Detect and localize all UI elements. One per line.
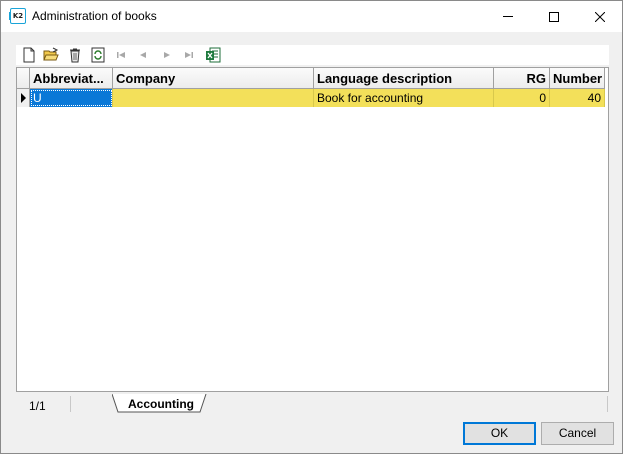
excel-export-icon <box>206 47 221 63</box>
column-header-abbreviation[interactable]: Abbreviat... <box>30 68 113 89</box>
next-record-icon <box>164 52 170 58</box>
next-record-button[interactable] <box>159 47 175 63</box>
minimize-button[interactable] <box>485 1 531 32</box>
status-separator-right <box>607 396 608 412</box>
column-header-number[interactable]: Number <box>550 68 605 89</box>
previous-record-icon <box>140 52 146 58</box>
row-indicator-header <box>17 68 30 89</box>
new-button[interactable] <box>21 47 37 63</box>
new-icon <box>23 47 35 63</box>
column-header-company[interactable]: Company <box>113 68 314 89</box>
last-record-button[interactable] <box>181 47 197 63</box>
previous-record-button[interactable] <box>135 47 151 63</box>
books-grid[interactable]: Abbreviat... Company Language descriptio… <box>16 67 609 392</box>
first-record-icon <box>117 52 125 58</box>
grid-header: Abbreviat... Company Language descriptio… <box>17 68 608 89</box>
cell-company[interactable] <box>113 89 314 107</box>
column-header-rg[interactable]: RG <box>494 68 550 89</box>
delete-icon <box>70 48 80 63</box>
maximize-button[interactable] <box>531 1 577 32</box>
maximize-icon <box>549 11 559 22</box>
toolbar <box>16 45 609 65</box>
refresh-icon <box>91 47 105 63</box>
open-button[interactable] <box>43 47 59 63</box>
window-title: Administration of books <box>32 9 157 23</box>
app-icon-text: K2 <box>12 12 24 20</box>
tab-label: Accounting <box>128 397 194 411</box>
minimize-icon <box>503 16 513 17</box>
page-count: 1/1 <box>29 399 46 413</box>
row-indicator <box>17 89 30 107</box>
column-header-language-description[interactable]: Language description <box>314 68 494 89</box>
table-row[interactable]: U Book for accounting 0 40 <box>17 89 608 107</box>
status-separator <box>70 396 71 412</box>
first-record-button[interactable] <box>113 47 129 63</box>
cell-language-description[interactable]: Book for accounting <box>314 89 494 107</box>
last-record-icon <box>185 52 193 58</box>
title-bar[interactable]: K2 Administration of books <box>1 1 622 32</box>
delete-button[interactable] <box>67 47 83 63</box>
status-strip: 1/1 Accounting <box>16 394 609 414</box>
ok-button[interactable]: OK <box>463 422 536 445</box>
cell-number[interactable]: 40 <box>550 89 605 107</box>
app-icon: K2 <box>9 8 26 24</box>
tab-accounting[interactable]: Accounting <box>112 394 210 413</box>
open-folder-icon <box>43 47 59 61</box>
cancel-button[interactable]: Cancel <box>541 422 614 445</box>
close-icon <box>595 11 605 22</box>
dialog-window: K2 Administration of books Abbreviat... … <box>0 0 623 454</box>
cell-abbreviation[interactable]: U <box>30 89 113 107</box>
close-button[interactable] <box>577 1 623 32</box>
refresh-button[interactable] <box>90 47 106 63</box>
current-row-arrow-icon <box>20 93 26 103</box>
excel-export-button[interactable] <box>205 47 221 63</box>
cell-rg[interactable]: 0 <box>494 89 550 107</box>
